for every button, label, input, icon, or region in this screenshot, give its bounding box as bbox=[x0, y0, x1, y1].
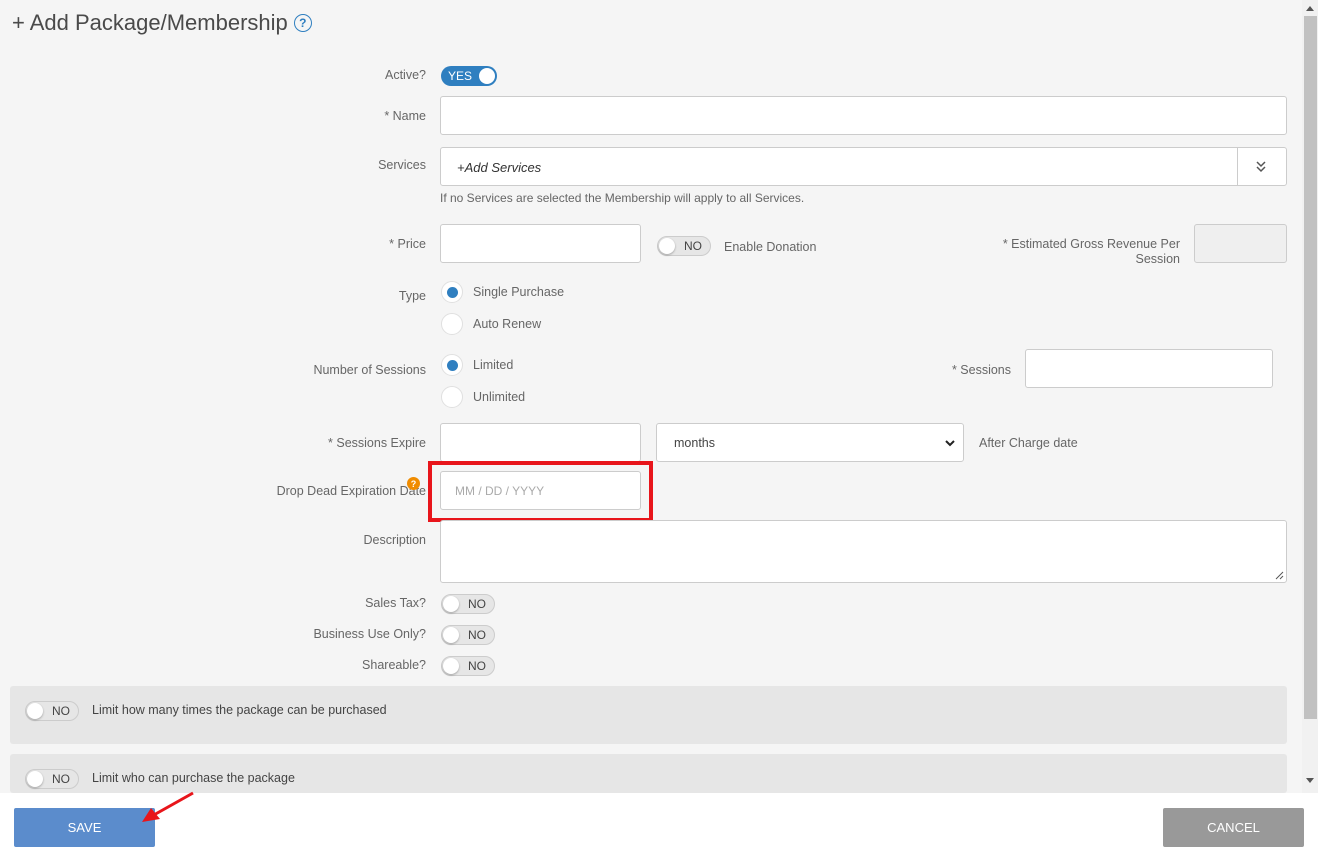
sessions-label: * Sessions bbox=[951, 363, 1011, 377]
toggle-knob bbox=[659, 238, 675, 254]
shareable-toggle[interactable]: NO bbox=[441, 656, 495, 676]
gross-revenue-label: * Estimated Gross Revenue Per Session bbox=[1003, 237, 1180, 267]
shareable-toggle-text: NO bbox=[468, 659, 486, 673]
toggle-knob bbox=[479, 68, 495, 84]
limit-who-label: Limit who can purchase the package bbox=[92, 771, 295, 785]
donation-label: Enable Donation bbox=[724, 240, 817, 254]
services-label: Services bbox=[378, 158, 426, 172]
sessions-input[interactable] bbox=[1025, 349, 1273, 388]
chevron-down-icon bbox=[945, 440, 955, 447]
sessions-expire-label: * Sessions Expire bbox=[328, 436, 426, 450]
sessions-unlimited-radio[interactable] bbox=[441, 386, 463, 408]
services-placeholder: +Add Services bbox=[457, 160, 542, 175]
scroll-down-icon[interactable] bbox=[1306, 778, 1314, 783]
sales-tax-toggle[interactable]: NO bbox=[441, 594, 495, 614]
services-select[interactable]: +Add Services bbox=[440, 147, 1287, 186]
limit-purchases-toggle-text: NO bbox=[52, 704, 70, 718]
name-input[interactable] bbox=[440, 96, 1287, 135]
donation-toggle[interactable]: NO bbox=[657, 236, 711, 256]
description-textarea[interactable] bbox=[440, 520, 1287, 583]
save-button[interactable]: SAVE bbox=[14, 808, 155, 847]
scrollbar[interactable] bbox=[1302, 0, 1318, 793]
services-dropdown-button[interactable] bbox=[1237, 148, 1286, 185]
price-input[interactable] bbox=[440, 224, 641, 263]
after-charge-date-label: After Charge date bbox=[979, 436, 1078, 450]
gross-revenue-input bbox=[1194, 224, 1287, 263]
sessions-limited-radio[interactable] bbox=[441, 354, 463, 376]
type-single-purchase-label: Single Purchase bbox=[473, 285, 565, 299]
services-hint: If no Services are selected the Membersh… bbox=[440, 191, 805, 205]
page-title-text: + Add Package/Membership bbox=[12, 10, 288, 35]
business-use-label: Business Use Only? bbox=[313, 627, 426, 641]
page-title: + Add Package/Membership ? bbox=[12, 10, 312, 36]
limit-who-toggle[interactable]: NO bbox=[25, 769, 79, 789]
limit-who-toggle-text: NO bbox=[52, 772, 70, 786]
active-label: Active? bbox=[385, 68, 426, 82]
active-toggle[interactable]: YES bbox=[441, 66, 497, 86]
toggle-knob bbox=[27, 703, 43, 719]
double-chevron-down-icon bbox=[1256, 161, 1266, 173]
gross-revenue-label-line1: * Estimated Gross Revenue Per bbox=[1002, 237, 1180, 251]
limit-purchases-panel: NO Limit how many times the package can … bbox=[10, 686, 1287, 744]
gross-revenue-label-line2: Session bbox=[1135, 252, 1180, 266]
number-of-sessions-label: Number of Sessions bbox=[313, 363, 426, 377]
business-use-toggle[interactable]: NO bbox=[441, 625, 495, 645]
scrollbar-thumb[interactable] bbox=[1304, 16, 1317, 719]
resize-handle-icon[interactable] bbox=[1274, 570, 1284, 580]
sessions-expire-input[interactable] bbox=[440, 423, 641, 462]
toggle-knob bbox=[443, 627, 459, 643]
limit-who-panel: NO Limit who can purchase the package bbox=[10, 754, 1287, 793]
limit-purchases-toggle[interactable]: NO bbox=[25, 701, 79, 721]
toggle-knob bbox=[443, 658, 459, 674]
sessions-limited-label: Limited bbox=[473, 358, 514, 372]
shareable-label: Shareable? bbox=[362, 658, 426, 672]
expire-unit-select[interactable]: months bbox=[656, 423, 964, 462]
annotation-arrow-icon bbox=[142, 791, 194, 822]
sales-tax-label: Sales Tax? bbox=[365, 596, 426, 610]
drop-dead-help-icon[interactable]: ? bbox=[407, 477, 420, 490]
type-label: Type bbox=[398, 289, 426, 303]
type-auto-renew-label: Auto Renew bbox=[473, 317, 542, 331]
cancel-button[interactable]: CANCEL bbox=[1163, 808, 1304, 847]
scroll-up-icon[interactable] bbox=[1306, 6, 1314, 11]
sessions-unlimited-label: Unlimited bbox=[473, 390, 526, 404]
expire-unit-value: months bbox=[674, 436, 715, 450]
description-label: Description bbox=[363, 533, 426, 547]
donation-toggle-text: NO bbox=[684, 239, 702, 253]
highlight-box bbox=[428, 461, 653, 522]
sales-tax-toggle-text: NO bbox=[468, 597, 486, 611]
active-toggle-text: YES bbox=[448, 69, 473, 83]
price-label: * Price bbox=[389, 237, 426, 251]
toggle-knob bbox=[443, 596, 459, 612]
name-label: * Name bbox=[384, 109, 426, 123]
type-single-purchase-radio[interactable] bbox=[441, 281, 463, 303]
limit-purchases-label: Limit how many times the package can be … bbox=[92, 703, 387, 717]
drop-dead-label: Drop Dead Expiration Date bbox=[276, 484, 426, 498]
business-use-toggle-text: NO bbox=[468, 628, 486, 642]
type-auto-renew-radio[interactable] bbox=[441, 313, 463, 335]
toggle-knob bbox=[27, 771, 43, 787]
help-icon[interactable]: ? bbox=[293, 14, 312, 32]
